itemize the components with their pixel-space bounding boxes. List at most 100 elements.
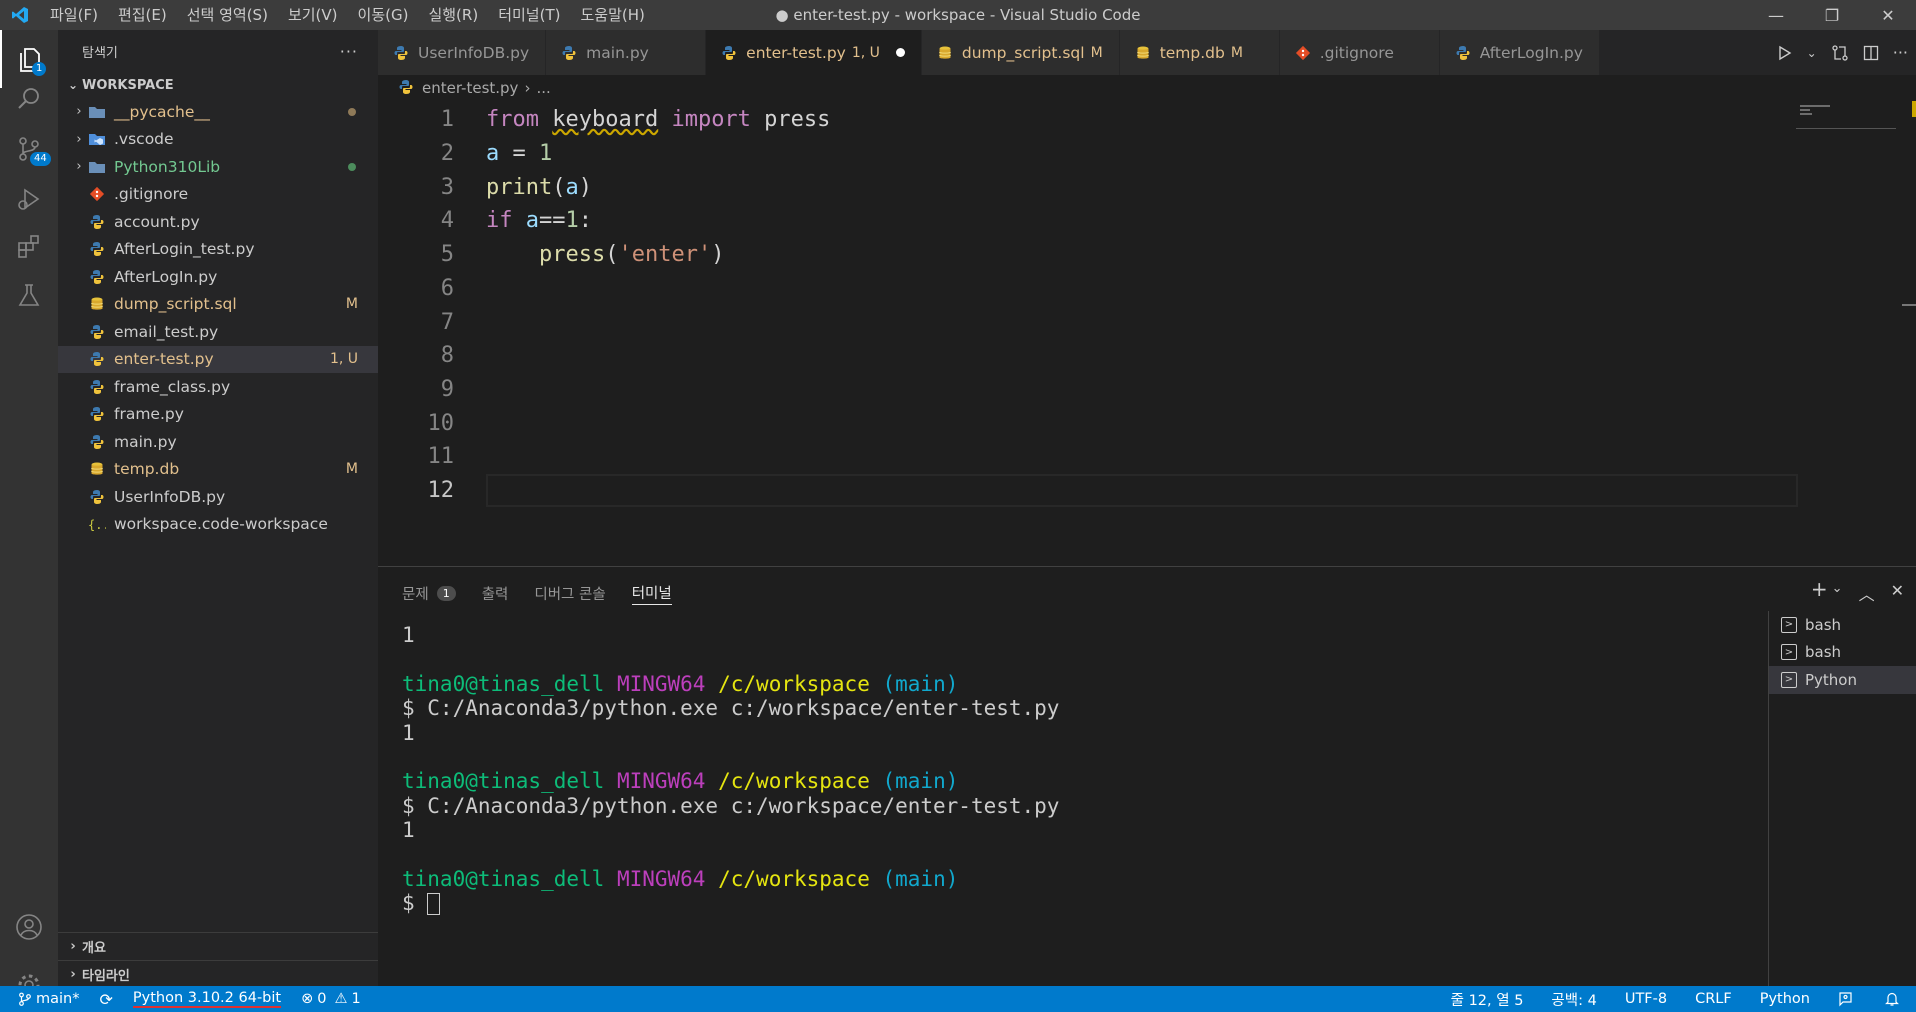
eol-status[interactable]: CRLF	[1681, 991, 1746, 1007]
more-actions-icon[interactable]: ···	[1893, 43, 1908, 62]
tab-label: enter-test.py	[746, 43, 846, 62]
minimize-button[interactable]: —	[1748, 0, 1804, 30]
feedback-button[interactable]	[1824, 991, 1868, 1007]
editor-tab[interactable]: dump_script.sql M	[921, 30, 1120, 75]
sync-status[interactable]: ⟳	[89, 990, 122, 1009]
feedback-icon	[1839, 992, 1852, 1007]
editor-tab[interactable]: enter-test.py 1, U	[706, 30, 922, 75]
minimap[interactable]	[1796, 101, 1896, 129]
panel-tab[interactable]: 디버그 콘솔	[534, 581, 605, 605]
panel-tab[interactable]: 출력	[482, 581, 509, 605]
code-token: ==	[539, 208, 566, 234]
menu-item[interactable]: 편집(E)	[108, 0, 177, 30]
breadcrumb-file[interactable]: enter-test.py	[422, 79, 518, 97]
chevron-down-icon[interactable]: ⌄	[1807, 46, 1817, 60]
terminal-icon: >	[1781, 671, 1797, 688]
maximize-panel-button[interactable]: ︿	[1859, 581, 1875, 605]
code-editor[interactable]: 1 from keyboard import press 2 a = 1 3 print(…	[378, 101, 1916, 566]
workspace-section-header[interactable]: ⌄ WORKSPACE	[58, 72, 378, 98]
code-line: 7	[378, 305, 1798, 339]
file-item[interactable]: enter-test.py 1, U	[58, 345, 378, 373]
more-actions-icon[interactable]: ···	[340, 42, 358, 61]
code-token: a	[525, 208, 539, 234]
folder-item[interactable]: › __pycache__	[58, 98, 378, 126]
encoding-status[interactable]: UTF-8	[1611, 991, 1681, 1007]
accounts-activity[interactable]	[0, 898, 58, 956]
editor-tab[interactable]: temp.db M	[1119, 30, 1280, 75]
file-item[interactable]: temp.db M	[58, 456, 378, 484]
language-mode-status[interactable]: Python	[1746, 991, 1824, 1007]
python-interpreter-status[interactable]: Python 3.10.2 64-bit	[123, 990, 291, 1008]
python-file-icon	[88, 323, 106, 341]
file-item[interactable]: AfterLogIn.py	[58, 263, 378, 291]
terminal-instance[interactable]: > bash	[1769, 639, 1916, 667]
panel-tab[interactable]: 문제 1	[402, 581, 456, 605]
code-line: 6	[378, 272, 1798, 306]
problems-status[interactable]: ⊗ 0 ⚠ 1	[291, 991, 371, 1007]
file-name: enter-test.py	[114, 350, 214, 369]
database-file-icon	[88, 295, 106, 313]
close-window-button[interactable]: ✕	[1860, 0, 1916, 30]
python-file-icon	[560, 44, 578, 62]
file-item[interactable]: .gitignore	[58, 181, 378, 209]
menu-item[interactable]: 보기(V)	[278, 0, 348, 30]
branch-status[interactable]: main*	[0, 991, 89, 1007]
file-item[interactable]: main.py	[58, 428, 378, 456]
file-item[interactable]: {..} workspace.code-workspace	[58, 511, 378, 539]
menu-item[interactable]: 이동(G)	[348, 0, 419, 30]
file-item[interactable]: dump_script.sql M	[58, 291, 378, 319]
terminal-text: MINGW64	[616, 671, 706, 696]
editor-tab[interactable]: AfterLogIn.py	[1439, 30, 1600, 75]
menu-item[interactable]: 도움말(H)	[570, 0, 654, 30]
outline-section-header[interactable]: › 개요	[58, 932, 378, 960]
file-name: UserInfoDB.py	[114, 487, 226, 506]
editor-tab[interactable]: UserInfoDB.py	[378, 30, 547, 75]
terminal-instance[interactable]: > Python	[1769, 666, 1916, 694]
tab-status: 1, U	[851, 44, 880, 61]
notifications-button[interactable]	[1868, 991, 1916, 1007]
terminal-name: bash	[1805, 615, 1842, 634]
close-panel-button[interactable]: ✕	[1891, 581, 1904, 605]
menu-item[interactable]: 터미널(T)	[488, 0, 570, 30]
run-python-file-icon[interactable]	[1777, 45, 1793, 61]
split-editor-icon[interactable]	[1863, 45, 1879, 61]
menu-item[interactable]: 실행(R)	[418, 0, 488, 30]
code-token: from	[486, 107, 553, 133]
terminal-dropdown-button[interactable]: ⌄	[1832, 581, 1843, 605]
testing-activity[interactable]	[0, 266, 58, 324]
new-terminal-button[interactable]: +	[1811, 579, 1828, 605]
file-item[interactable]: frame_class.py	[58, 373, 378, 401]
menu-item[interactable]: 파일(F)	[40, 0, 108, 30]
folder-item[interactable]: › .vscode	[58, 126, 378, 154]
indentation-status[interactable]: 공백: 4	[1537, 989, 1610, 1010]
terminal-output[interactable]: 1 tina0@tinas_dell MINGW64 /c/workspace (…	[402, 623, 1059, 916]
minimap-line	[1800, 113, 1812, 115]
line-number: 4	[440, 208, 454, 234]
file-item[interactable]: UserInfoDB.py	[58, 483, 378, 511]
unsaved-dot-icon[interactable]	[895, 48, 905, 57]
file-item[interactable]: AfterLogin_test.py	[58, 236, 378, 264]
editor-tab[interactable]: .gitignore	[1279, 30, 1440, 75]
terminal-list: > bash > bash > Python	[1768, 611, 1916, 987]
terminal-line: $	[402, 891, 1059, 916]
warning-count: 1	[351, 991, 361, 1007]
search-icon	[18, 88, 39, 109]
terminal-name: Python	[1805, 670, 1857, 689]
file-item[interactable]: account.py	[58, 208, 378, 236]
open-changes-icon[interactable]	[1831, 44, 1849, 62]
cursor-position[interactable]: 줄 12, 열 5	[1437, 989, 1538, 1010]
breadcrumb-symbols[interactable]: ...	[536, 79, 550, 97]
file-item[interactable]: email_test.py	[58, 318, 378, 346]
editor-tab[interactable]: main.py	[546, 30, 707, 75]
restore-button[interactable]: ❐	[1804, 0, 1860, 30]
terminal-text: /c/workspace	[718, 671, 870, 696]
timeline-section-header[interactable]: › 타임라인	[58, 960, 378, 988]
file-item[interactable]: frame.py	[58, 401, 378, 429]
panel-tab[interactable]: 터미널	[631, 581, 672, 605]
menu-item[interactable]: 선택 영역(S)	[177, 0, 278, 30]
account-icon	[16, 914, 42, 940]
folder-item[interactable]: › Python310Lib	[58, 153, 378, 181]
terminal-instance[interactable]: > bash	[1769, 611, 1916, 639]
